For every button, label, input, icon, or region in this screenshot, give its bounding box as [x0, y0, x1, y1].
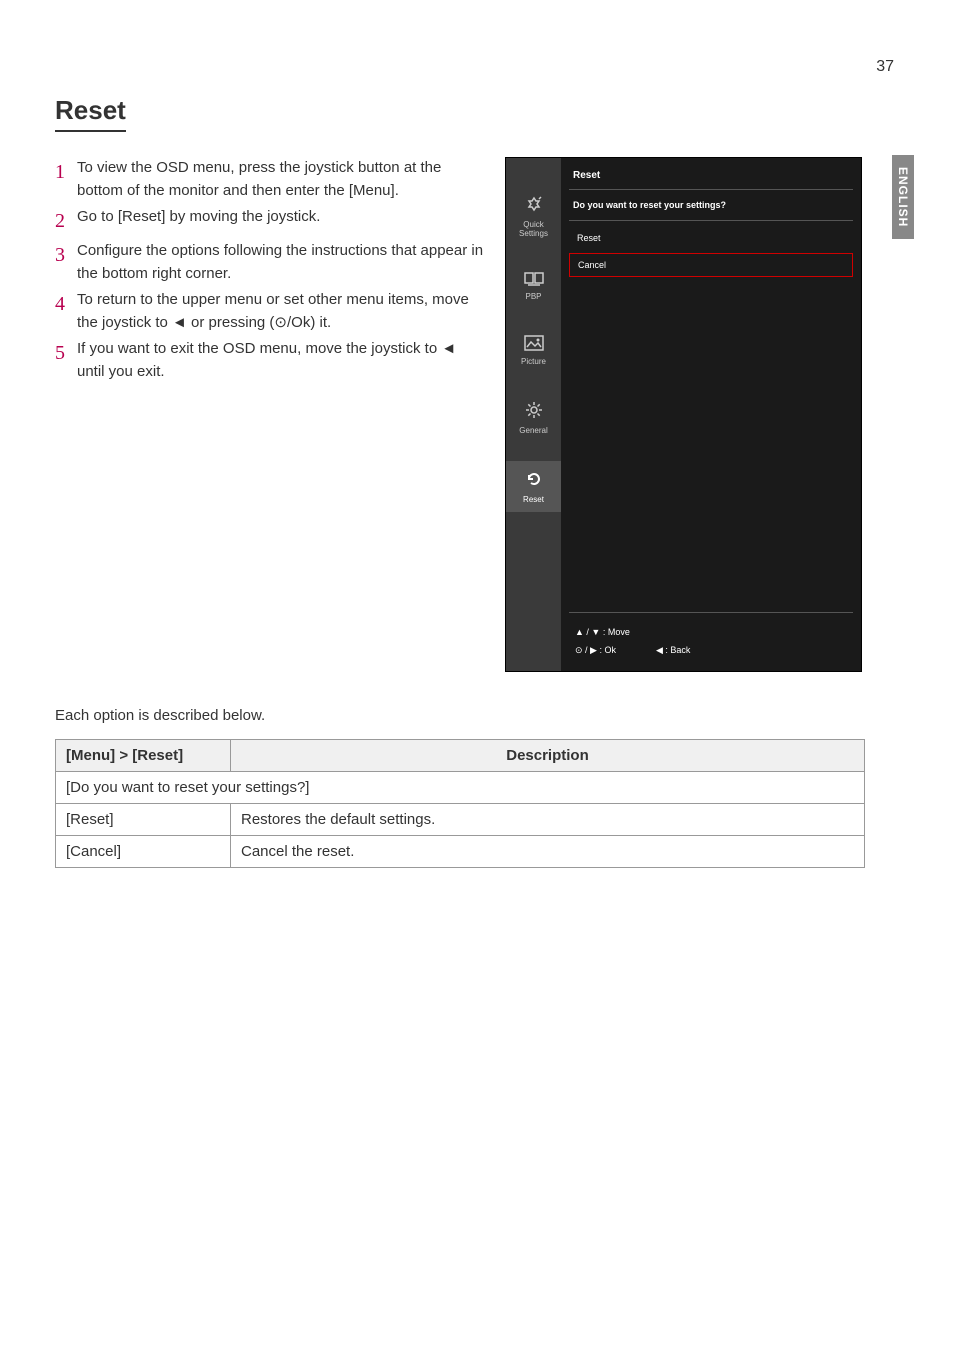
table-row: [Do you want to reset your settings?] — [56, 772, 865, 804]
step-number: 4 — [55, 289, 77, 334]
language-tab: ENGLISH — [892, 155, 914, 239]
osd-footer: ▲ / ▼ : Move ⊙ / ▶ : Ok ◀ : Back — [569, 612, 853, 663]
pbp-icon — [524, 272, 544, 288]
table-option-label: [Cancel] — [56, 836, 231, 868]
tab-label: PBP — [525, 292, 541, 301]
table-row: [Cancel] Cancel the reset. — [56, 836, 865, 868]
page-number: 37 — [876, 58, 894, 76]
osd-tab-reset[interactable]: Reset — [506, 461, 561, 512]
osd-option-cancel[interactable]: Cancel — [569, 253, 853, 277]
step-text: To return to the upper menu or set other… — [77, 289, 485, 334]
description-intro: Each option is described below. — [55, 707, 865, 724]
osd-panel-title: Reset — [569, 166, 853, 190]
osd-prompt: Do you want to reset your settings? — [569, 196, 853, 221]
general-icon — [524, 400, 544, 422]
table-header-row: [Menu] > [Reset] Description — [56, 740, 865, 772]
step-number: 3 — [55, 240, 77, 285]
step-text: Configure the options following the inst… — [77, 240, 485, 285]
section-title: Reset — [55, 95, 126, 132]
step-5: 5 If you want to exit the OSD menu, move… — [55, 338, 485, 383]
osd-screenshot: Quick Settings PBP Picture — [505, 157, 862, 672]
table-prompt-row: [Do you want to reset your settings?] — [56, 772, 865, 804]
step-number: 5 — [55, 338, 77, 383]
osd-footer-ok: ⊙ / ▶ : Ok — [575, 641, 616, 659]
step-number: 1 — [55, 157, 77, 202]
step-1: 1 To view the OSD menu, press the joysti… — [55, 157, 485, 202]
table-option-label: [Reset] — [56, 804, 231, 836]
table-option-desc: Cancel the reset. — [231, 836, 865, 868]
page-content: Reset 1 To view the OSD menu, press the … — [55, 95, 865, 868]
osd-tab-general[interactable]: General — [506, 392, 561, 443]
tab-label: General — [519, 426, 547, 435]
step-2: 2 Go to [Reset] by moving the joystick. — [55, 206, 485, 236]
quick-settings-icon — [524, 196, 544, 216]
picture-icon — [524, 335, 544, 353]
tab-label: Reset — [523, 495, 544, 504]
osd-footer-back: ◀ : Back — [656, 641, 690, 659]
step-4: 4 To return to the upper menu or set oth… — [55, 289, 485, 334]
description-table: [Menu] > [Reset] Description [Do you wan… — [55, 739, 865, 868]
osd-tab-quick-settings[interactable]: Quick Settings — [506, 188, 561, 246]
table-header-description: Description — [231, 740, 865, 772]
table-option-desc: Restores the default settings. — [231, 804, 865, 836]
reset-icon — [524, 469, 544, 491]
osd-tab-picture[interactable]: Picture — [506, 327, 561, 374]
instructions-list: 1 To view the OSD menu, press the joysti… — [55, 157, 485, 672]
step-text: If you want to exit the OSD menu, move t… — [77, 338, 485, 383]
osd-sidebar: Quick Settings PBP Picture — [506, 158, 561, 671]
tab-label: Quick Settings — [508, 220, 559, 238]
tab-label: Picture — [521, 357, 546, 366]
step-number: 2 — [55, 206, 77, 236]
table-row: [Reset] Restores the default settings. — [56, 804, 865, 836]
osd-option-reset[interactable]: Reset — [569, 227, 853, 249]
step-text: Go to [Reset] by moving the joystick. — [77, 206, 485, 236]
two-column-layout: 1 To view the OSD menu, press the joysti… — [55, 157, 865, 672]
osd-footer-move: ▲ / ▼ : Move — [575, 623, 847, 641]
step-text: To view the OSD menu, press the joystick… — [77, 157, 485, 202]
table-header-path: [Menu] > [Reset] — [56, 740, 231, 772]
osd-main-panel: Reset Do you want to reset your settings… — [561, 158, 861, 671]
osd-tab-pbp[interactable]: PBP — [506, 264, 561, 309]
step-3: 3 Configure the options following the in… — [55, 240, 485, 285]
